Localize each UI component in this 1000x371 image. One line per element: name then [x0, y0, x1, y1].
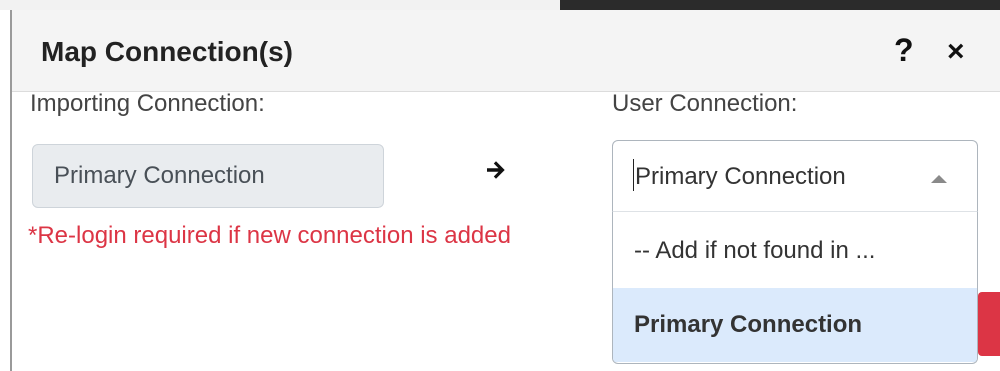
option-primary-connection[interactable]: Primary Connection — [613, 288, 977, 362]
user-connection-label: User Connection: — [612, 90, 798, 117]
dialog-title: Map Connection(s) — [41, 36, 293, 67]
screen: Map Connection(s) ? × Importing Connecti… — [0, 0, 1000, 371]
action-button-partial[interactable] — [978, 292, 1000, 356]
dialog-header: Map Connection(s) ? × — [12, 10, 1000, 92]
user-connection-select[interactable]: Primary Connection — [612, 140, 978, 212]
user-connection-selected-value[interactable]: Primary Connection — [635, 161, 846, 193]
user-connection-dropdown: -- Add if not found in ... Primary Conne… — [612, 212, 978, 364]
importing-connection-field: Primary Connection — [32, 144, 384, 208]
chevron-up-icon[interactable] — [931, 175, 947, 183]
background-window-dark — [560, 0, 1000, 10]
relogin-note: *Re-login required if new connection is … — [28, 222, 511, 249]
question-icon[interactable]: ? — [894, 30, 914, 70]
text-cursor — [633, 159, 634, 191]
background-window-edge — [0, 0, 1000, 10]
importing-connection-label: Importing Connection: — [30, 90, 265, 117]
background-window-light — [0, 0, 560, 10]
arrow-right-icon — [487, 161, 505, 179]
option-add-if-not-found[interactable]: -- Add if not found in ... — [613, 214, 977, 288]
close-icon[interactable]: × — [947, 32, 965, 72]
